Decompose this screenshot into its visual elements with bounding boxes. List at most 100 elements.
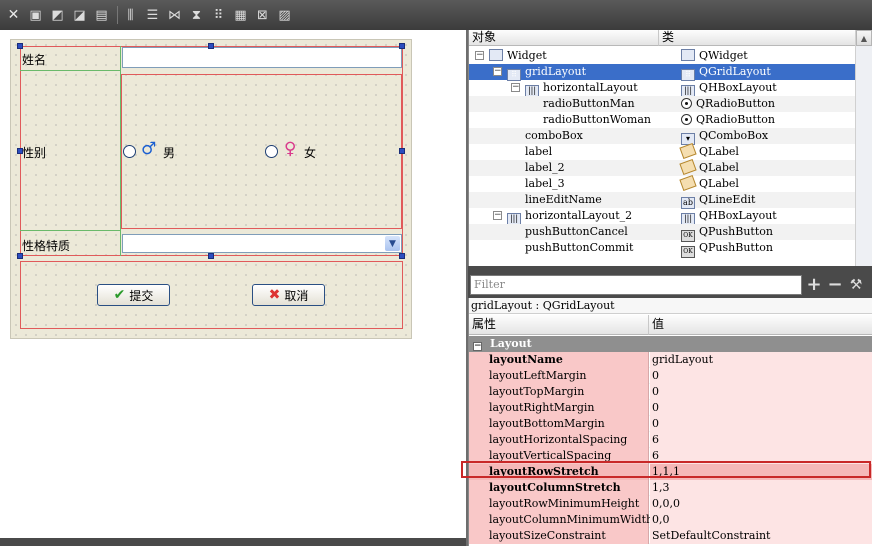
adjust-size-icon[interactable]: ▨ [275,6,294,25]
layout-horizontal-icon[interactable]: ⫼ [121,6,140,25]
trait-combobox[interactable]: ▼ [122,234,402,253]
layout-grid-icon[interactable]: ⠿ [209,6,228,25]
layout-h-splitter-icon[interactable]: ⋈ [165,6,184,25]
object-inspector-scrollbar[interactable]: ▲ [855,30,872,266]
tree-item-label_3[interactable]: label_3 QLabel [469,174,855,192]
break-layout-icon[interactable]: ⊠ [253,6,272,25]
property-row-layoutHorizontalSpacing[interactable]: layoutHorizontalSpacing 6 [469,432,872,448]
configure-icon[interactable]: ⚒ [846,275,866,295]
property-name: layoutName [469,352,649,368]
property-name: layoutColumnMinimumWidth [469,512,653,528]
header-value[interactable]: 值 [649,315,872,335]
selection-handle[interactable] [208,253,214,259]
property-row-layoutTopMargin[interactable]: layoutTopMargin 0 [469,384,872,400]
remove-property-icon[interactable]: − [825,275,845,295]
widget-icon [489,49,503,61]
tree-item-label_2[interactable]: label_2 QLabel [469,158,855,176]
horizontal-layout-2-outline[interactable] [20,261,403,329]
property-value[interactable]: 0 [650,400,872,416]
push-button-icon: OK [681,246,695,258]
property-value[interactable]: 0,0 [650,512,872,528]
radio-button-man[interactable] [123,145,136,158]
tree-item-radioButtonWoman[interactable]: radioButtonWoman QRadioButton [469,112,855,128]
selection-handle[interactable] [208,43,214,49]
layout-vertical-icon[interactable]: ☰ [143,6,162,25]
property-row-layoutBottomMargin[interactable]: layoutBottomMargin 0 [469,416,872,432]
property-row-layoutName[interactable]: layoutName gridLayout [469,352,872,368]
selection-handle[interactable] [17,148,23,154]
selection-handle[interactable] [399,43,405,49]
grid-cell-line [120,46,121,256]
property-value[interactable]: 0 [650,368,872,384]
selection-handle[interactable] [17,43,23,49]
widget-form[interactable]: 姓名 性别 ♂ 男 ♀ 女 性格特质 ▼ ✔ 提交 ✖ 取消 [10,39,412,339]
property-value[interactable]: SetDefaultConstraint [650,528,872,544]
property-name: layoutRightMargin [469,400,649,416]
close-icon[interactable]: ✕ [4,6,23,25]
chevron-up-icon[interactable]: ▲ [856,30,872,46]
tree-item-object: OKpushButtonCancel [525,225,628,238]
property-value[interactable]: gridLayout [650,352,872,368]
property-row-layoutColumnStretch[interactable]: layoutColumnStretch 1,3 [469,480,872,496]
tree-item-class: ab QLineEdit [681,192,755,209]
collapse-icon[interactable]: − [475,51,484,60]
radio-button-woman[interactable] [265,145,278,158]
layout-form-icon[interactable]: ▦ [231,6,250,25]
tree-item-class: ⠿ QGridLayout [681,64,771,81]
header-property[interactable]: 属性 [469,315,649,335]
tree-item-pushButtonCommit[interactable]: OKpushButtonCommit OKQPushButton [469,240,855,258]
tree-item-radioButtonMan[interactable]: radioButtonMan QRadioButton [469,96,855,112]
edit-widgets-icon[interactable]: ▣ [26,6,45,25]
property-row-layoutRowMinimumHeight[interactable]: layoutRowMinimumHeight 0,0,0 [469,496,872,512]
property-row-layoutSizeConstraint[interactable]: layoutSizeConstraint SetDefaultConstraint [469,528,872,544]
grid-cell-line [20,70,120,71]
collapse-icon[interactable]: − [493,211,502,220]
chevron-down-icon[interactable]: ▼ [385,236,400,251]
property-name: layoutLeftMargin [469,368,649,384]
edit-buddies-icon[interactable]: ◪ [70,6,89,25]
selection-handle[interactable] [399,148,405,154]
tree-item-horizontalLayout[interactable]: − ||| horizontalLayout ||| QHBoxLayout [469,80,855,97]
section-layout[interactable]: − Layout [469,336,872,352]
property-value[interactable]: 0 [650,384,872,400]
tree-item-class: QLabel [679,142,739,160]
add-property-icon[interactable]: + [804,275,824,295]
selection-handle[interactable] [17,253,23,259]
name-input[interactable] [122,47,402,68]
selection-handle[interactable] [399,253,405,259]
header-object[interactable]: 对象 [469,30,659,46]
cancel-button[interactable]: ✖ 取消 [252,284,325,306]
label-tag-icon [679,142,697,160]
edit-tab-order-icon[interactable]: ▤ [92,6,111,25]
header-class[interactable]: 类 [659,30,856,46]
tree-item-gridLayout[interactable]: − ⠿ gridLayout ⠿ QGridLayout [469,64,855,81]
tree-item-object: Widget [489,48,547,64]
collapse-icon[interactable]: − [473,342,482,351]
tree-item-lineEditName[interactable]: ablineEditName abQLineEdit [469,192,855,209]
tree-item-object: ▾comboBox [525,129,583,142]
property-row-layoutLeftMargin[interactable]: layoutLeftMargin 0 [469,368,872,384]
tree-item-label[interactable]: label QLabel [469,142,855,160]
collapse-icon[interactable]: − [493,67,502,76]
label-tag-icon [679,158,697,176]
submit-button[interactable]: ✔ 提交 [97,284,170,306]
property-value[interactable]: 0 [650,416,872,432]
property-value[interactable]: 0,0,0 [650,496,872,512]
tree-item-pushButtonCancel[interactable]: OKpushButtonCancelOKQPushButton [469,224,855,242]
collapse-icon[interactable]: − [511,83,520,92]
edit-signals-icon[interactable]: ◩ [48,6,67,25]
property-row-layoutRightMargin[interactable]: layoutRightMargin 0 [469,400,872,416]
trait-label: 性格特质 [22,239,71,253]
layout-v-splitter-icon[interactable]: ⧗ [187,6,206,25]
property-value[interactable]: 6 [650,432,872,448]
widget-icon [681,49,695,61]
tree-item-class: OK QPushButton [681,240,773,258]
tree-item-horizontalLayout_2[interactable]: − ||| horizontalLayout_2 ||| QHBoxLayout [469,208,855,225]
property-value[interactable]: 1,3 [650,480,872,496]
radio-button-icon [681,114,692,125]
submit-button-label: 提交 [129,288,154,303]
tree-item-Widget[interactable]: − Widget QWidget [469,48,855,64]
tree-item-comboBox[interactable]: ▾comboBox ▾QComboBox [469,128,855,145]
property-row-layoutColumnMinimumWidth[interactable]: layoutColumnMinimumWidth 0,0 [469,512,872,528]
filter-input[interactable]: Filter [470,275,802,295]
